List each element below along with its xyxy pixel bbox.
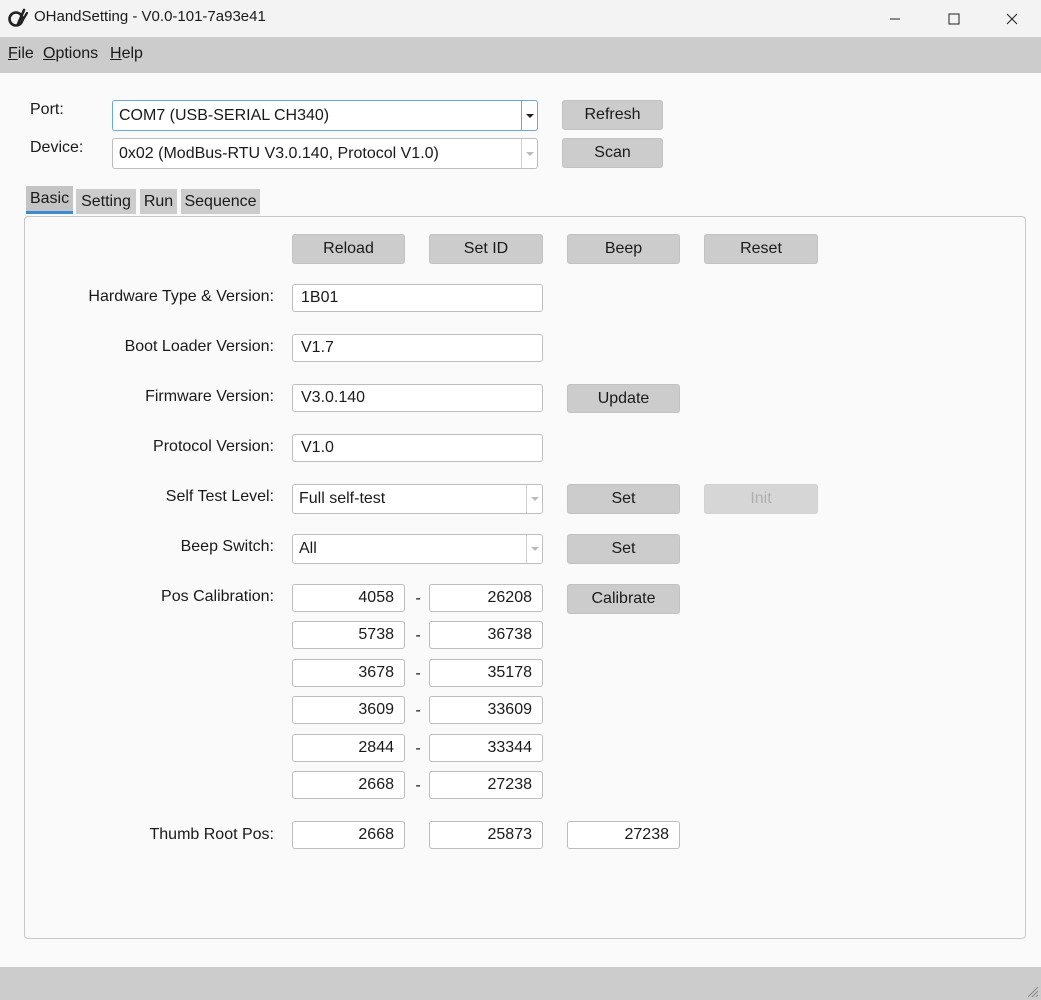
thumb-root-pos-field[interactable]: 2668 [292,821,405,849]
calibrate-button[interactable]: Calibrate [567,584,680,614]
hardware-version-label: Hardware Type & Version: [88,288,274,305]
port-label: Port: [30,101,64,118]
beep-button[interactable]: Beep [567,234,680,264]
beep-switch-set-button[interactable]: Set [567,534,680,564]
pos-calibration-label: Pos Calibration: [161,588,274,605]
protocol-version-label: Protocol Version: [153,438,274,455]
set-id-button[interactable]: Set ID [429,234,543,264]
pos-cal-max-field[interactable]: 33344 [429,734,543,762]
pos-cal-min-field[interactable]: 4058 [292,584,405,612]
tab-setting[interactable]: Setting [76,189,136,214]
menu-bar: File Options Help [0,37,1041,73]
pos-cal-min-field[interactable]: 3678 [292,659,405,687]
firmware-version-label: Firmware Version: [145,388,274,405]
minimize-icon [890,18,900,19]
tab-sequence[interactable]: Sequence [181,189,260,214]
device-label: Device: [30,139,84,156]
thumb-root-pos-field[interactable]: 25873 [429,821,543,849]
range-separator: - [415,665,421,682]
dropdown-arrow-icon [526,485,542,513]
reload-button[interactable]: Reload [292,234,405,264]
title-bar: OHandSetting - V0.0-101-7a93e41 [0,0,1041,37]
close-icon [1006,13,1018,24]
pos-cal-max-field[interactable]: 26208 [429,584,543,612]
range-separator: - [415,702,421,719]
thumb-root-pos-field[interactable]: 27238 [567,821,680,849]
dropdown-arrow-icon [526,535,542,563]
firmware-version-field[interactable]: V3.0.140 [292,384,543,412]
pos-cal-max-field[interactable]: 33609 [429,696,543,724]
menu-help[interactable]: Help [110,45,143,63]
range-separator: - [415,777,421,794]
tab-run[interactable]: Run [140,189,177,214]
pos-cal-min-field[interactable]: 2844 [292,734,405,762]
maximize-button[interactable] [925,0,983,37]
minimize-button[interactable] [866,0,924,37]
menu-file[interactable]: File [8,45,34,63]
pos-cal-max-field[interactable]: 36738 [429,621,543,649]
range-separator: - [415,590,421,607]
range-separator: - [415,627,421,644]
self-test-set-button[interactable]: Set [567,484,680,514]
thumb-root-pos-label: Thumb Root Pos: [149,826,275,843]
status-bar [0,967,1041,1000]
pos-cal-min-field[interactable]: 2668 [292,771,405,799]
self-test-level-label: Self Test Level: [165,488,274,505]
scan-button[interactable]: Scan [562,138,663,168]
pos-cal-max-field[interactable]: 27238 [429,771,543,799]
bootloader-version-label: Boot Loader Version: [124,338,274,355]
pos-cal-min-field[interactable]: 5738 [292,621,405,649]
dropdown-arrow-icon [521,139,537,168]
pos-cal-max-field[interactable]: 35178 [429,659,543,687]
self-test-level-select[interactable]: Full self-test [292,484,543,514]
reset-button[interactable]: Reset [704,234,818,264]
update-button[interactable]: Update [567,384,680,413]
refresh-button[interactable]: Refresh [562,100,663,130]
beep-switch-label: Beep Switch: [180,538,274,555]
port-select[interactable]: COM7 (USB-SERIAL CH340) [112,100,538,131]
range-separator: - [415,740,421,757]
pos-cal-min-field[interactable]: 3609 [292,696,405,724]
tab-basic[interactable]: Basic [26,186,73,214]
dropdown-arrow-icon [521,101,537,130]
window-title: OHandSetting - V0.0-101-7a93e41 [34,8,266,25]
init-button[interactable]: Init [704,484,818,514]
resize-grip-icon[interactable] [1027,986,1039,998]
close-button[interactable] [983,0,1041,37]
maximize-icon [948,13,960,24]
bootloader-version-field[interactable]: V1.7 [292,334,543,362]
beep-switch-select[interactable]: All [292,534,543,564]
protocol-version-field[interactable]: V1.0 [292,434,543,462]
ohand-logo-icon [8,8,29,27]
menu-options[interactable]: Options [43,45,98,63]
device-select[interactable]: 0x02 (ModBus-RTU V3.0.140, Protocol V1.0… [112,138,538,169]
hardware-version-field[interactable]: 1B01 [292,284,543,312]
